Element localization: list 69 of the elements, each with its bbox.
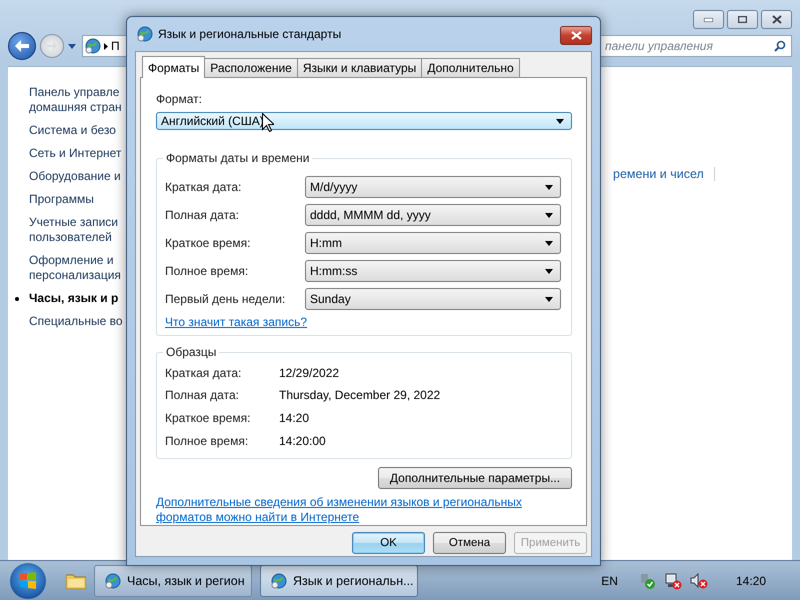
start-button[interactable] <box>10 562 46 598</box>
help-link[interactable]: Что значит такая запись? <box>165 315 308 330</box>
close-icon <box>772 15 782 24</box>
language-indicator[interactable]: EN <box>601 574 618 588</box>
dropdown-arrow-icon <box>545 296 553 302</box>
dropdown-arrow-icon <box>545 184 553 190</box>
sample-value: Thursday, December 29, 2022 <box>279 388 440 402</box>
sample-value: 14:20 <box>279 410 310 425</box>
format-dropdown[interactable]: dddd, MMMM dd, yyyy <box>305 204 561 226</box>
format-dropdown[interactable]: H:mm:ss <box>305 260 561 282</box>
sample-label: Краткое время: <box>165 410 252 425</box>
field-label: Первый день недели: <box>165 292 286 306</box>
close-icon <box>570 31 582 40</box>
folder-icon[interactable] <box>66 572 86 588</box>
address-text: П <box>111 39 120 53</box>
tab[interactable]: Расположение <box>204 58 298 77</box>
windows-logo-icon <box>19 572 37 590</box>
field-label: Краткое время: <box>165 236 252 250</box>
additional-settings-button[interactable]: Дополнительные параметры... <box>378 467 572 489</box>
tab[interactable]: Дополнительно <box>421 58 520 77</box>
sample-label: Краткая дата: <box>165 366 242 380</box>
dropdown-arrow-icon <box>545 212 553 218</box>
forward-arrow-icon <box>47 42 57 50</box>
sidebar-item[interactable]: Часы, язык и р <box>13 291 147 306</box>
group-title: Образцы <box>163 345 220 360</box>
clock[interactable]: 14:20 <box>736 574 766 588</box>
back-arrow-icon <box>15 40 29 52</box>
globe-icon <box>85 38 101 54</box>
dropdown-arrow-icon <box>556 118 564 124</box>
field-label: Полное время: <box>165 264 250 278</box>
field-label: Краткая дата: <box>165 180 242 194</box>
sample-label: Полное время: <box>165 434 250 448</box>
network-error-icon[interactable] <box>664 572 682 590</box>
tab[interactable]: Языки и клавиатуры <box>296 58 422 77</box>
sample-label: Полная дата: <box>165 388 240 402</box>
history-dropdown-icon[interactable] <box>68 44 76 48</box>
dropdown-arrow-icon <box>545 240 553 246</box>
breadcrumb-arrow-icon <box>104 42 108 50</box>
maximize-button[interactable] <box>727 10 758 29</box>
maximize-icon <box>738 16 747 23</box>
category-link[interactable]: ремени и чисел <box>613 167 715 181</box>
search-icon <box>774 40 786 52</box>
minimize-button[interactable] <box>693 10 724 29</box>
field-label: Полная дата: <box>165 208 240 222</box>
dialog-button[interactable]: OK <box>352 532 425 554</box>
tab[interactable]: Форматы <box>142 56 206 78</box>
close-button[interactable] <box>560 26 592 45</box>
format-dropdown[interactable]: H:mm <box>305 232 561 254</box>
mouse-cursor-icon <box>262 113 274 132</box>
close-button[interactable] <box>761 10 792 29</box>
taskbar-button[interactable]: Язык и региональн... <box>260 564 418 596</box>
speaker-muted-icon[interactable] <box>690 572 708 590</box>
sample-value: 12/29/2022 <box>279 366 340 380</box>
globe-icon <box>105 572 121 588</box>
format-dropdown[interactable]: Sunday <box>305 288 561 310</box>
dialog-button[interactable]: Отмена <box>433 532 506 554</box>
taskbar-button[interactable]: Часы, язык и регион <box>94 564 252 596</box>
format-dropdown[interactable]: M/d/yyyy <box>305 176 561 198</box>
back-button[interactable] <box>8 32 36 60</box>
search-field[interactable]: панели управления <box>598 35 792 57</box>
globe-icon <box>137 26 153 42</box>
format-label: Формат: <box>156 92 203 106</box>
dialog-title: Язык и региональные стандарты <box>158 27 342 41</box>
minimize-icon <box>704 18 713 22</box>
group-title: Форматы даты и времени <box>163 151 312 166</box>
sample-value: 14:20:00 <box>279 434 326 448</box>
info-link[interactable]: Дополнительные сведения об изменении языков и региональных форматов можно найти в Интернете <box>156 495 572 525</box>
dropdown-arrow-icon <box>545 268 553 274</box>
globe-icon <box>271 572 287 588</box>
